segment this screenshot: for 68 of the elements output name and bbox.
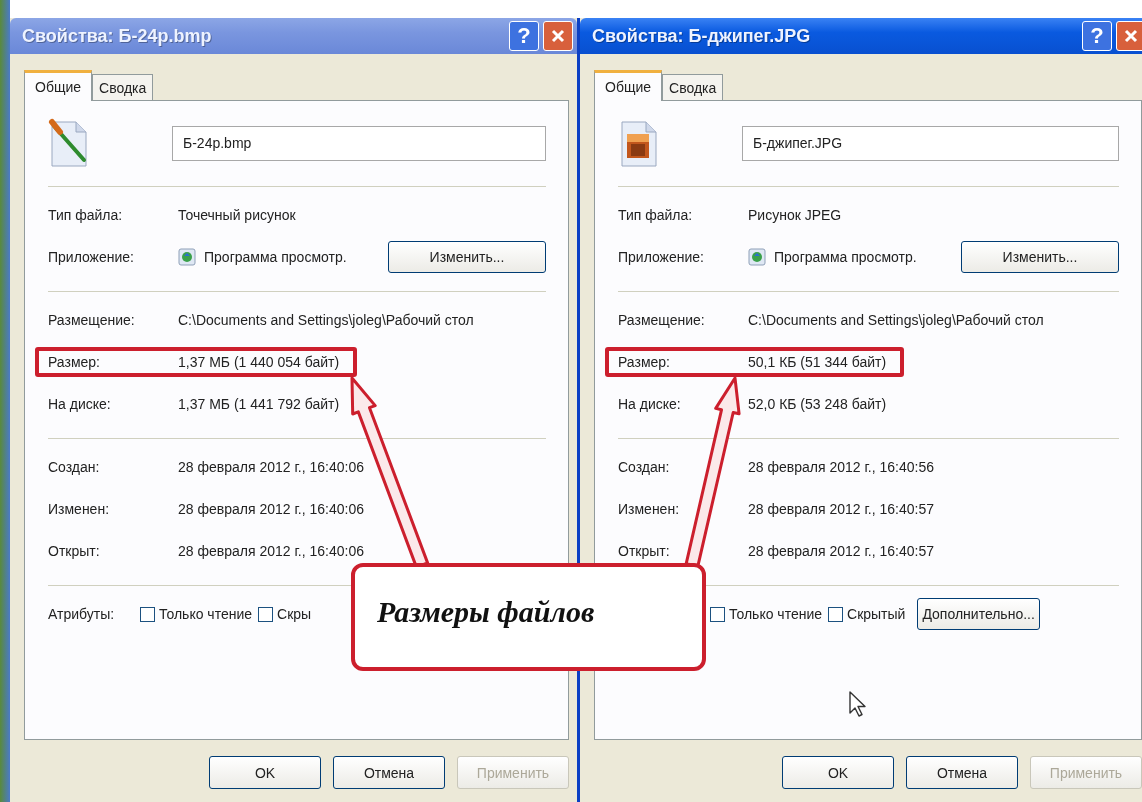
checkbox[interactable] [828, 606, 844, 622]
property-label: Приложение: [48, 249, 135, 265]
property-label: Размещение: [618, 312, 706, 328]
property-label: Размер: [618, 354, 671, 370]
property-label: Размещение: [48, 312, 136, 328]
program-icon [178, 248, 196, 266]
property-label: На диске: [48, 396, 112, 412]
property-label: Создан: [48, 459, 101, 475]
checkbox-label: Только чтение [159, 606, 253, 622]
tab[interactable]: Общие [594, 70, 663, 101]
paintbrush-file-icon [48, 118, 90, 168]
close-icon [1124, 29, 1138, 43]
property-label: Размер: [48, 354, 101, 370]
help-button[interactable]: ? [1082, 21, 1112, 51]
property-value: C:\Documents and Settings\joleg\Рабочий стол [178, 312, 474, 328]
property-value: 1,37 МБ (1 440 054 байт) [178, 354, 340, 370]
dialog-button[interactable]: OK [782, 756, 894, 789]
checkbox-label: Только чтение [729, 606, 823, 622]
advanced-button[interactable]: Дополнительно... [917, 598, 1040, 630]
checkbox[interactable] [258, 606, 274, 622]
help-button[interactable]: ? [509, 21, 539, 51]
program-icon [748, 248, 766, 266]
close-button[interactable] [1116, 21, 1142, 51]
change-button[interactable]: Изменить... [961, 241, 1119, 273]
property-value: 28 февраля 2012 г., 16:40:06 [178, 543, 364, 559]
checkbox-label: Скры [277, 606, 312, 622]
callout: Размеры файлов [351, 563, 706, 671]
change-button[interactable]: Изменить... [388, 241, 546, 273]
window-title: Свойства: Б-джипег.JPG [592, 25, 812, 47]
property-label: Открыт: [48, 543, 101, 559]
attributes-label: Атрибуты: [48, 606, 116, 622]
property-value: 28 февраля 2012 г., 16:40:56 [748, 459, 934, 475]
property-label: Тип файла: [618, 207, 694, 223]
property-label: Создан: [618, 459, 671, 475]
close-icon [551, 29, 565, 43]
property-value: 1,37 МБ (1 441 792 байт) [178, 396, 340, 412]
dialog-button[interactable]: OK [209, 756, 321, 789]
image-file-icon [618, 118, 660, 168]
property-value: Программа просмотр. [774, 249, 917, 265]
property-value: 50,1 КБ (51 344 байт) [748, 354, 887, 370]
mouse-cursor-icon [848, 690, 868, 718]
checkbox-label: Скрытый [847, 606, 906, 622]
property-label: Приложение: [618, 249, 705, 265]
property-value: 28 февраля 2012 г., 16:40:06 [178, 501, 364, 517]
dialog-button[interactable]: Отмена [906, 756, 1018, 789]
checkbox[interactable] [140, 606, 155, 622]
tab[interactable]: Сводка [662, 74, 724, 100]
property-label: Открыт: [618, 543, 671, 559]
property-value: Точечный рисунок [178, 207, 296, 223]
property-label: Тип файла: [48, 207, 124, 223]
close-button[interactable] [543, 21, 573, 51]
property-label: Изменен: [618, 501, 681, 517]
property-value: 28 февраля 2012 г., 16:40:57 [748, 501, 934, 517]
property-value: C:\Documents and Settings\joleg\Рабочий стол [748, 312, 1044, 328]
property-value: Программа просмотр. [204, 249, 347, 265]
window-title: Свойства: Б-24р.bmp [22, 25, 213, 47]
dialog-button[interactable]: Отмена [333, 756, 445, 789]
tab[interactable]: Общие [24, 70, 93, 101]
property-value: 28 февраля 2012 г., 16:40:57 [748, 543, 934, 559]
property-value: 52,0 КБ (53 248 байт) [748, 396, 887, 412]
tab[interactable]: Сводка [92, 74, 154, 100]
property-label: Изменен: [48, 501, 111, 517]
name-field[interactable]: Б-джипег.JPG [742, 125, 1119, 161]
checkbox[interactable] [710, 606, 725, 622]
property-value: Рисунок JPEG [748, 207, 842, 223]
property-value: 28 февраля 2012 г., 16:40:06 [178, 459, 364, 475]
property-label: На диске: [618, 396, 682, 412]
name-field[interactable]: Б-24р.bmp [172, 125, 546, 161]
